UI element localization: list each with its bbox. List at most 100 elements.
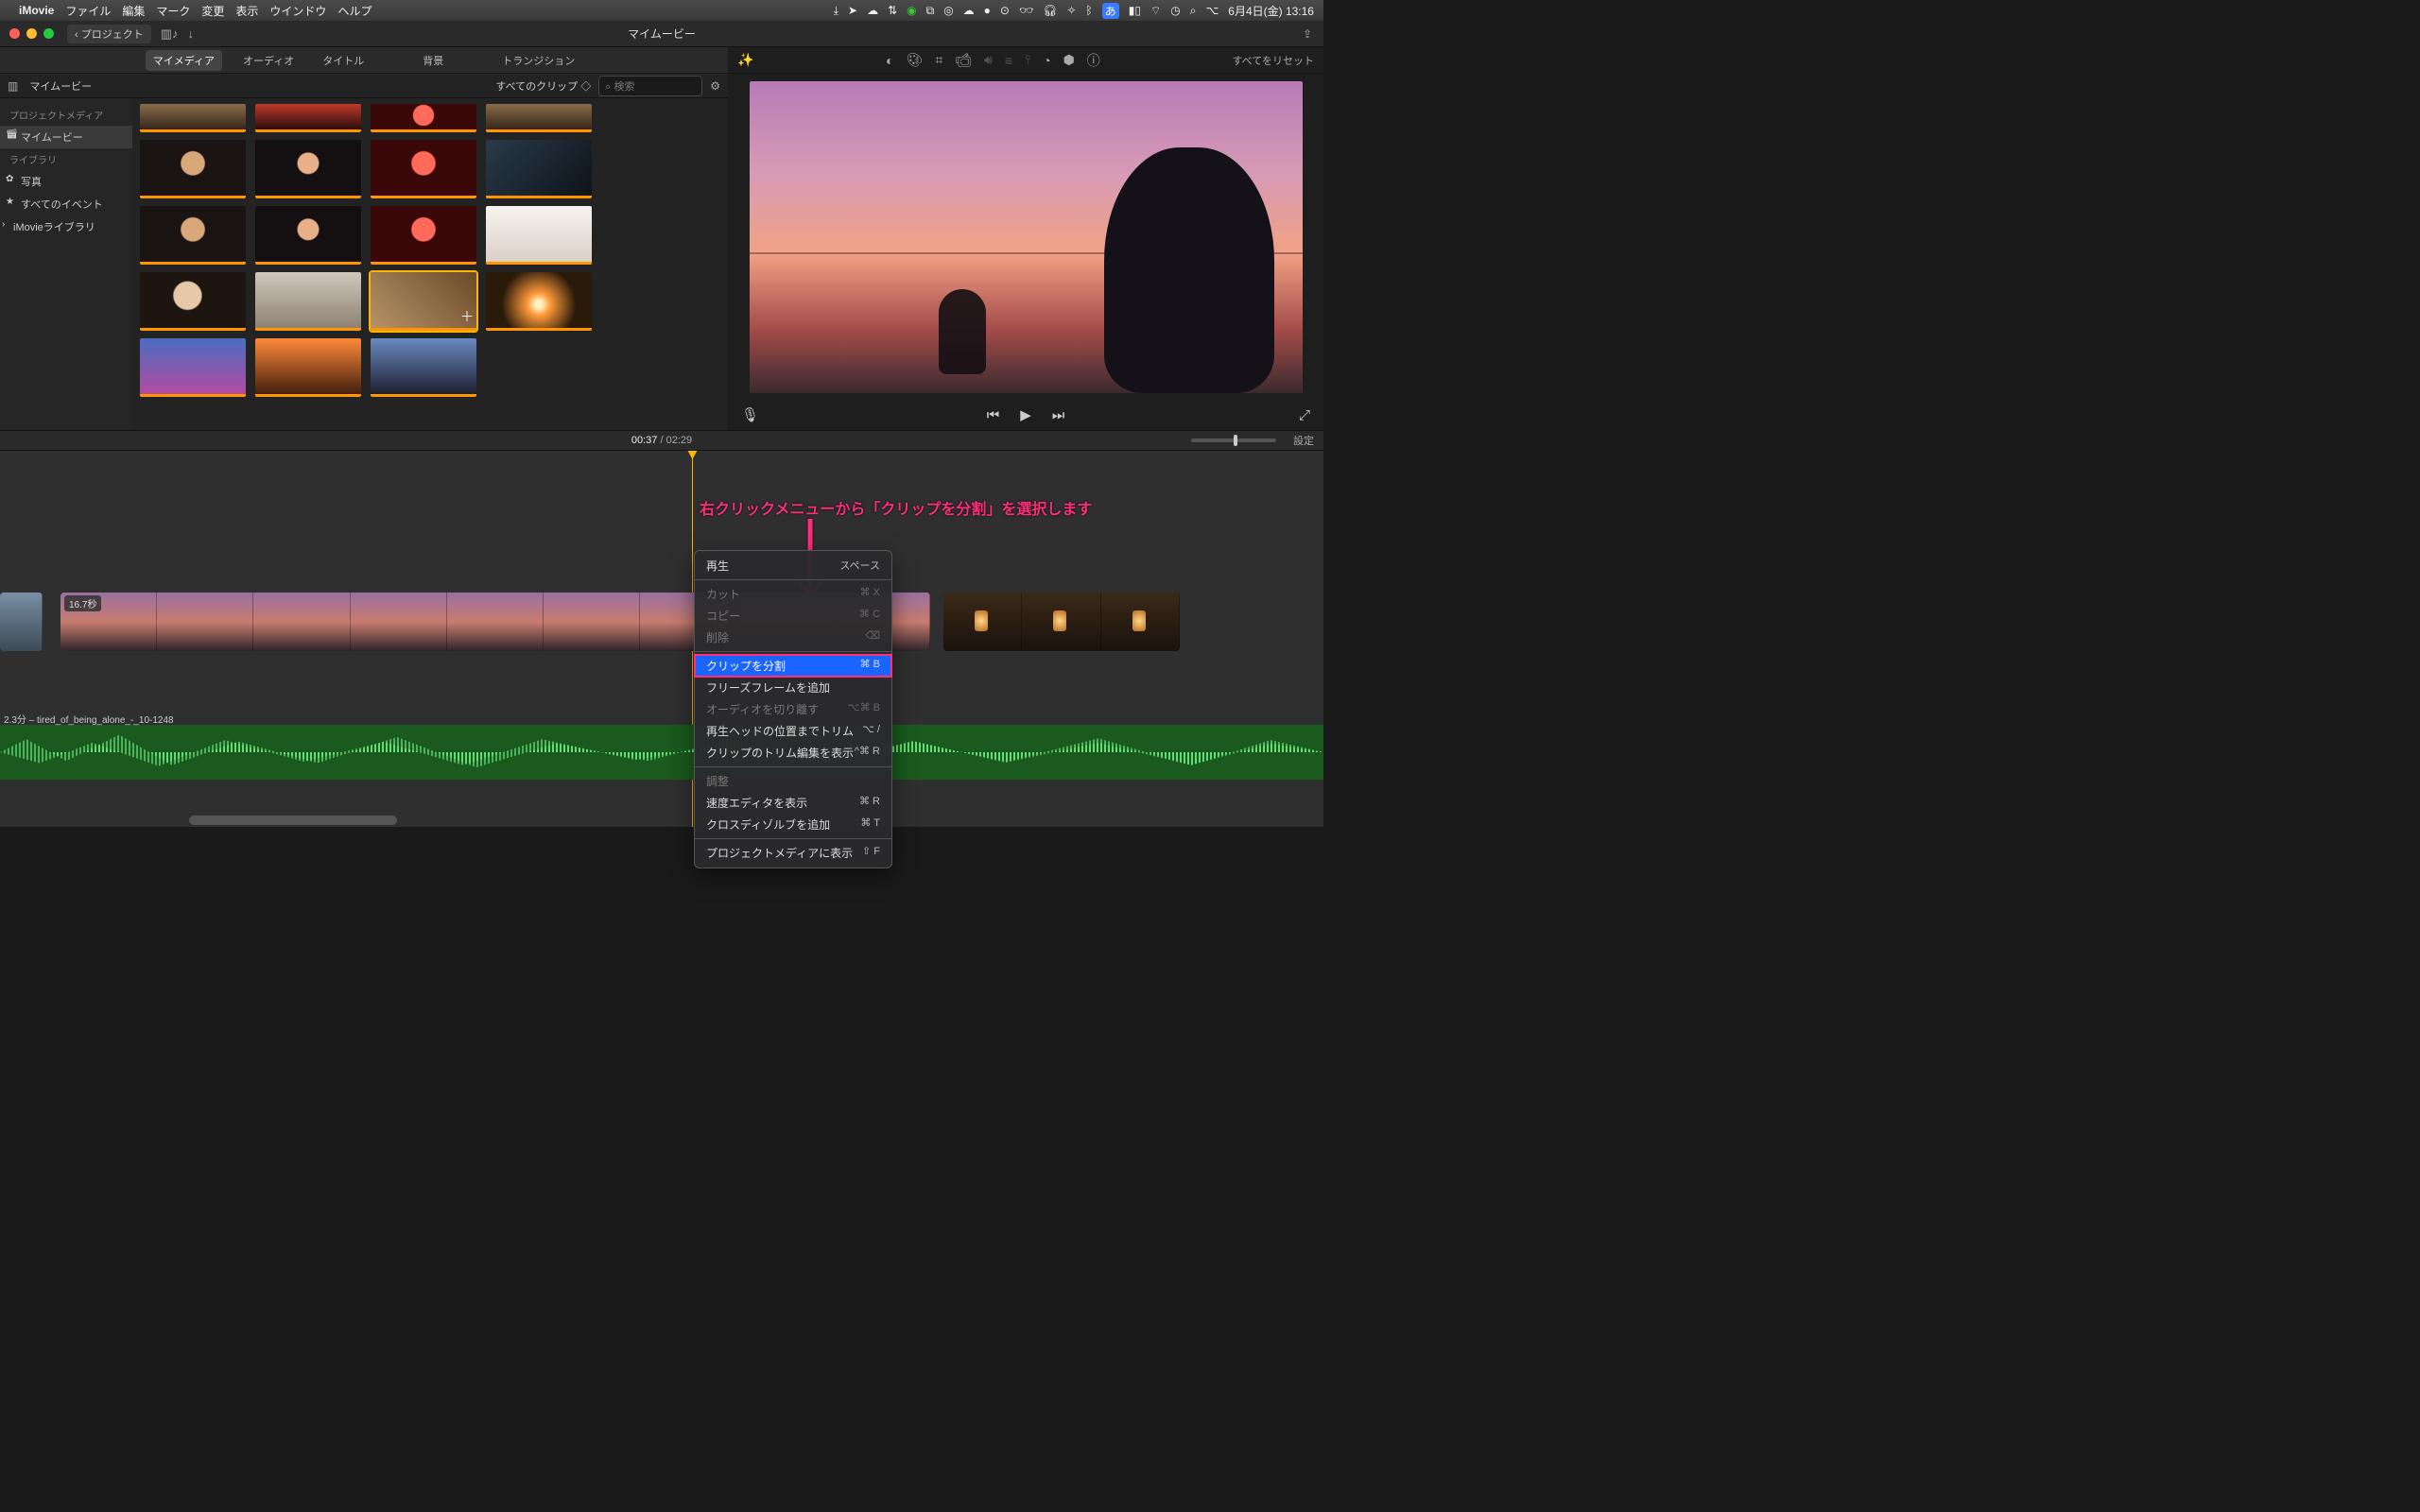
ctx-split-clip[interactable]: クリップを分割⌘ B (695, 655, 891, 677)
ctx-show-in-project-media[interactable]: プロジェクトメディアに表示⇧ F (695, 842, 891, 864)
clip-thumb[interactable] (371, 140, 476, 198)
color-balance-icon[interactable]: ◐ (886, 53, 893, 68)
share-icon[interactable]: ⇪ (1303, 27, 1312, 41)
library-icon[interactable]: ▥♪ (161, 26, 179, 42)
clip-thumb[interactable] (140, 140, 246, 198)
add-icon[interactable]: ＋ (460, 307, 474, 326)
sidebar-item-mymovie[interactable]: 🎬︎マイムービー (0, 126, 132, 148)
eq-icon[interactable]: ⫯ (1025, 52, 1030, 68)
clip-thumb[interactable] (140, 104, 246, 132)
noise-icon[interactable]: ≡ (1005, 53, 1012, 68)
clip-thumb-selected[interactable]: ＋ (371, 272, 476, 331)
clip-thumb[interactable] (255, 338, 361, 397)
wifi-icon[interactable]: ⌔ (1150, 4, 1161, 18)
clip-thumb[interactable] (140, 272, 246, 331)
menu-window[interactable]: ウインドウ (269, 3, 326, 19)
menu-file[interactable]: ファイル (65, 3, 111, 19)
clip-thumb[interactable] (486, 140, 592, 198)
timeline[interactable]: 右クリックメニューから「クリップを分割」を選択します 16.7秒 2.3分 – … (0, 451, 1323, 827)
paperplane-icon[interactable]: ➤ (848, 4, 857, 17)
headset-icon[interactable]: 🎧︎ (1043, 4, 1057, 17)
info-icon[interactable]: ⓘ (1087, 51, 1100, 70)
ctx-trim-to-playhead[interactable]: 再生ヘッドの位置までトリム⌥ / (695, 720, 891, 742)
tab-background[interactable]: 背景 (415, 50, 451, 71)
ime-icon[interactable]: あ (1102, 3, 1119, 19)
sidebar-item-imovie-library[interactable]: ›iMovieライブラリ (0, 215, 132, 238)
speed-icon[interactable]: ◔ (1043, 53, 1050, 68)
key-icon[interactable]: ✧ (1066, 4, 1076, 17)
download-icon[interactable]: ⤓ (834, 4, 838, 18)
sidebar-item-photos[interactable]: ✿写真 (0, 170, 132, 193)
clip-thumb[interactable] (486, 206, 592, 265)
microphone-icon[interactable]: 🎙︎ (741, 406, 759, 423)
sync-icon[interactable]: ⇅ (888, 4, 897, 17)
clip-thumb[interactable] (140, 338, 246, 397)
crop-icon[interactable]: ⌗ (935, 52, 942, 68)
magic-wand-icon[interactable]: ✨ (737, 52, 753, 68)
audio-track[interactable]: 2.3分 – tired_of_being_alone_-_10-1248 (0, 725, 1323, 780)
gear-icon[interactable]: ⚙ (710, 79, 720, 93)
layout-icon[interactable]: ▥ (8, 79, 18, 93)
clip-thumb[interactable] (255, 140, 361, 198)
play-button[interactable]: ▶ (1020, 406, 1031, 423)
menu-help[interactable]: ヘルプ (337, 3, 372, 19)
hat-icon[interactable]: ● (984, 4, 991, 17)
viewer[interactable] (728, 74, 1323, 400)
glasses-icon[interactable]: 👓︎ (1019, 4, 1033, 17)
menu-mark[interactable]: マーク (156, 3, 190, 19)
bluetooth-icon[interactable]: ᛒ (1086, 4, 1093, 17)
next-button[interactable]: ⏭ (1052, 407, 1065, 423)
tab-transitions[interactable]: トランジション (494, 50, 582, 71)
clip-thumb[interactable] (371, 338, 476, 397)
app-name[interactable]: iMovie (19, 4, 54, 17)
timeline-scrollbar[interactable] (0, 816, 1323, 825)
cloud2-icon[interactable]: ☁ (963, 4, 975, 17)
clip-thumb[interactable] (486, 104, 592, 132)
search-icon[interactable]: ⌕ (1190, 4, 1197, 18)
ctx-play[interactable]: 再生スペース (695, 555, 891, 576)
status-icon[interactable]: ◉ (907, 4, 916, 17)
clip-thumb[interactable] (140, 206, 246, 265)
search-input[interactable]: ⌕ 検索 (598, 76, 702, 96)
clock-icon[interactable]: ◷ (1170, 4, 1180, 17)
zoom-button[interactable] (43, 28, 54, 39)
close-button[interactable] (9, 28, 20, 39)
menu-view[interactable]: 表示 (235, 3, 258, 19)
filter-icon[interactable]: ⬢ (1063, 52, 1075, 68)
clip-thumb[interactable] (255, 104, 361, 132)
menubar-date[interactable]: 6月4日(金) 13:16 (1228, 3, 1314, 19)
prev-button[interactable]: ⏮ (987, 407, 1000, 423)
timeline-clip[interactable] (943, 593, 1180, 651)
clip-thumb[interactable] (371, 104, 476, 132)
ctx-show-trim-editor[interactable]: クリップのトリム編集を表示^⌘ R (695, 742, 891, 764)
menu-edit[interactable]: 編集 (122, 3, 145, 19)
clip-thumb[interactable] (371, 206, 476, 265)
timeline-clip[interactable] (0, 593, 43, 651)
sidebar-item-all-events[interactable]: ★すべてのイベント (0, 193, 132, 215)
clip-filter-dropdown[interactable]: すべてのクリップ ◇ (495, 78, 591, 94)
cloud-icon[interactable]: ☁︎ (867, 4, 878, 17)
back-to-projects-button[interactable]: ‹ プロジェクト (67, 25, 151, 43)
battery-icon[interactable]: ▮▯ (1129, 4, 1141, 17)
clip-thumb[interactable] (255, 206, 361, 265)
stabilize-icon[interactable]: 📹︎ (955, 52, 972, 68)
ctx-speed-editor[interactable]: 速度エディタを表示⌘ R (695, 792, 891, 814)
minimize-button[interactable] (26, 28, 37, 39)
tab-titles[interactable]: タイトル (315, 50, 372, 71)
color-correction-icon[interactable]: 🎨︎ (907, 52, 924, 68)
control-center-icon[interactable]: ⌥ (1205, 4, 1219, 17)
volume-icon[interactable]: 🔊︎ (984, 52, 993, 68)
tab-audio[interactable]: オーディオ (235, 50, 302, 71)
app-icon[interactable]: ◎ (943, 4, 953, 17)
fullscreen-icon[interactable]: ⤢ (1299, 407, 1310, 423)
tab-mymedia[interactable]: マイメディア (146, 50, 222, 71)
record-icon[interactable]: ⊙ (1000, 4, 1010, 17)
ctx-cross-dissolve[interactable]: クロスディゾルブを追加⌘ T (695, 814, 891, 835)
import-icon[interactable]: ↓ (188, 26, 195, 41)
reset-all-button[interactable]: すべてをリセット (1232, 53, 1314, 68)
zoom-slider[interactable] (1191, 438, 1276, 442)
timeline-settings-button[interactable]: 設定 (1293, 433, 1314, 448)
ctx-freeze-frame[interactable]: フリーズフレームを追加 (695, 677, 891, 698)
clip-thumb[interactable] (255, 272, 361, 331)
dropbox-icon[interactable]: ⧉ (926, 4, 935, 18)
